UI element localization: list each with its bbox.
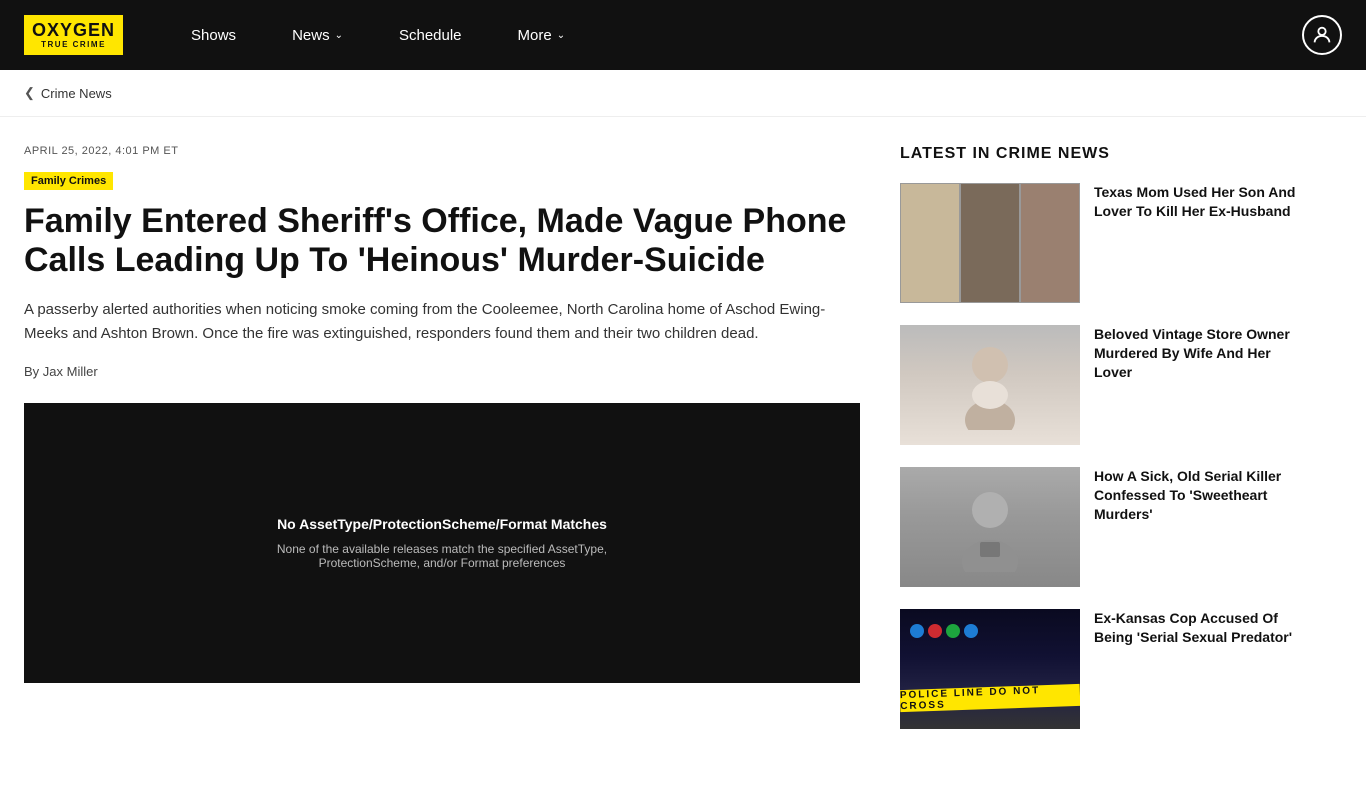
video-player: No AssetType/ProtectionScheme/Format Mat… xyxy=(24,403,860,683)
nav-more-chevron: ⌄ xyxy=(557,30,565,41)
sidebar-item-text-3: Ex-Kansas Cop Accused Of Being 'Serial S… xyxy=(1094,609,1296,647)
face-2 xyxy=(960,183,1020,303)
nav-schedule[interactable]: Schedule xyxy=(371,0,490,70)
sidebar-item-text-0: Texas Mom Used Her Son And Lover To Kill… xyxy=(1094,183,1296,221)
nav-shows[interactable]: Shows xyxy=(163,0,264,70)
video-error-title: No AssetType/ProtectionScheme/Format Mat… xyxy=(277,516,607,532)
sidebar-thumb-2 xyxy=(900,467,1080,587)
video-error-text: None of the available releases match the… xyxy=(232,542,652,570)
logo-oxygen: OXYGEN xyxy=(32,21,115,41)
breadcrumb-label: Crime News xyxy=(41,86,112,101)
sidebar-thumb-3: POLICE LINE DO NOT CROSS xyxy=(900,609,1080,729)
sidebar-item-3[interactable]: POLICE LINE DO NOT CROSS Ex-Kansas Cop A… xyxy=(900,609,1296,729)
nav-news[interactable]: News ⌄ xyxy=(264,0,371,70)
sidebar-item-0[interactable]: Texas Mom Used Her Son And Lover To Kill… xyxy=(900,183,1296,303)
article-summary: A passerby alerted authorities when noti… xyxy=(24,298,860,346)
sidebar-item-text-1: Beloved Vintage Store Owner Murdered By … xyxy=(1094,325,1296,382)
light-red xyxy=(928,624,942,638)
user-icon[interactable] xyxy=(1302,15,1342,55)
article-date: APRIL 25, 2022, 4:01 PM ET xyxy=(24,145,860,157)
face-3 xyxy=(1020,183,1080,303)
sidebar: LATEST IN CRIME NEWS Texas Mom Used Her … xyxy=(900,117,1320,791)
logo-sub: TRUE CRIME xyxy=(41,41,106,50)
sidebar-item-2[interactable]: How A Sick, Old Serial Killer Confessed … xyxy=(900,467,1296,587)
main-nav: OXYGEN TRUE CRIME Shows News ⌄ Schedule … xyxy=(0,0,1366,70)
article-author: By Jax Miller xyxy=(24,364,860,379)
breadcrumb-link[interactable]: ❮ Crime News xyxy=(24,85,112,101)
sidebar-item-1[interactable]: Beloved Vintage Store Owner Murdered By … xyxy=(900,325,1296,445)
police-tape: POLICE LINE DO NOT CROSS xyxy=(900,684,1080,712)
breadcrumb-chevron-icon: ❮ xyxy=(24,85,35,101)
nav-news-chevron: ⌄ xyxy=(335,30,343,41)
light-green xyxy=(946,624,960,638)
sidebar-title: LATEST IN CRIME NEWS xyxy=(900,145,1296,163)
logo[interactable]: OXYGEN TRUE CRIME xyxy=(24,15,123,56)
nav-links: Shows News ⌄ Schedule More ⌄ xyxy=(163,0,1302,70)
article-title: Family Entered Sheriff's Office, Made Va… xyxy=(24,202,860,280)
category-badge[interactable]: Family Crimes xyxy=(24,172,113,190)
light-blue xyxy=(910,624,924,638)
police-lights xyxy=(910,624,1070,638)
sidebar-thumb-0 xyxy=(900,183,1080,303)
sidebar-item-text-2: How A Sick, Old Serial Killer Confessed … xyxy=(1094,467,1296,524)
nav-more[interactable]: More ⌄ xyxy=(490,0,594,70)
article-area: APRIL 25, 2022, 4:01 PM ET Family Crimes… xyxy=(0,117,900,791)
light-blue-2 xyxy=(964,624,978,638)
sidebar-thumb-1 xyxy=(900,325,1080,445)
breadcrumb-bar: ❮ Crime News xyxy=(0,70,1366,117)
main-container: APRIL 25, 2022, 4:01 PM ET Family Crimes… xyxy=(0,117,1366,791)
face-1 xyxy=(900,183,960,303)
